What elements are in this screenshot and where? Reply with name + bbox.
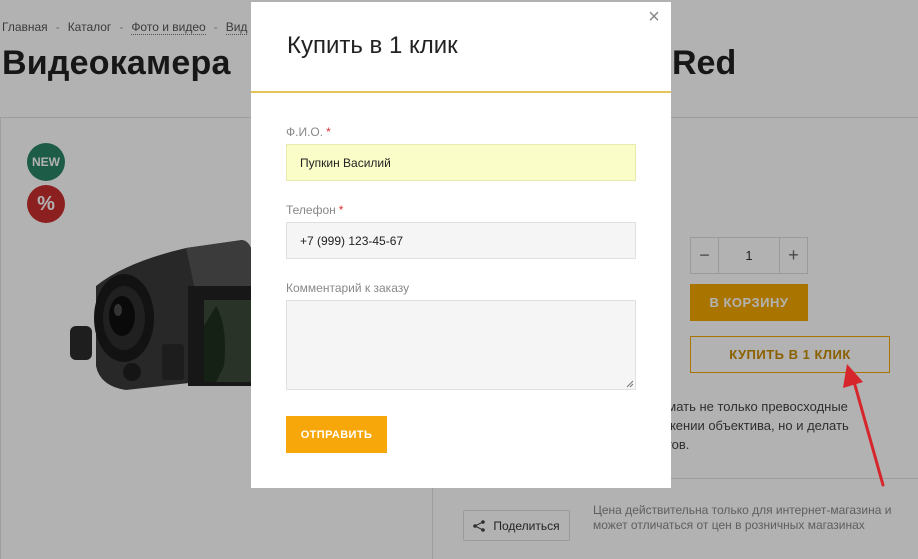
comment-field[interactable]	[286, 300, 636, 390]
red-arrow-annotation	[843, 364, 885, 487]
required-mark: *	[338, 203, 344, 217]
modal-title: Купить в 1 клик	[287, 32, 458, 59]
comment-label: Комментарий к заказу	[286, 281, 410, 295]
phone-field[interactable]	[286, 222, 636, 259]
buy-one-click-modal: × Купить в 1 клик Ф.И.О.* Телефон* Комме…	[251, 2, 671, 488]
submit-button[interactable]: ОТПРАВИТЬ	[286, 416, 387, 453]
phone-label: Телефон *	[286, 203, 344, 217]
name-field[interactable]	[286, 144, 636, 181]
resize-grip-icon[interactable]	[626, 380, 634, 388]
close-icon[interactable]: ×	[645, 7, 663, 27]
modal-divider	[251, 91, 671, 93]
required-mark: *	[326, 125, 331, 139]
name-label: Ф.И.О. *	[286, 125, 331, 139]
